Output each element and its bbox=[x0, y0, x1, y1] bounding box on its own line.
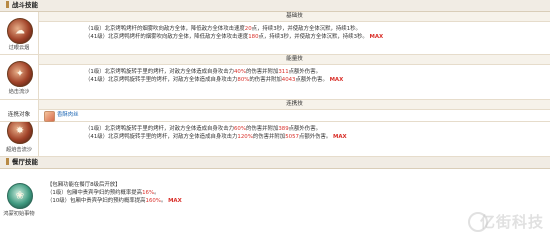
skill-desc-line: （1级）北京烤鸭旋转手里的烤杆，对敌方全体造成自身攻击力60%的伤害并附加389… bbox=[85, 126, 321, 132]
combo-label: 连携对象 bbox=[0, 110, 39, 121]
skill-name: 过眼云烟 bbox=[8, 45, 30, 51]
skill-desc-line: （41级）北京烤鸭旋转手里的烤杆，对敌方全体造成自身攻击力120%的伤害并附加5… bbox=[85, 134, 347, 140]
skill-name: 焰击流沙 bbox=[8, 89, 30, 95]
skill-block-energy: ✦ 焰击流沙 能量技 （1级）北京烤鸭旋转手里的烤杆，对敌方全体造成自身攻击力4… bbox=[0, 55, 550, 100]
skill-icon-column: ☁ 过眼云烟 bbox=[0, 12, 39, 54]
restaurant-skills-title: 餐厅技能 bbox=[12, 158, 38, 166]
max-badge: MAX bbox=[168, 198, 182, 204]
skill-type-label: 基础技 bbox=[39, 12, 550, 22]
skill-desc-line: （10级）包厢中贵宾孕妇的预约概率提高160%。 MAX bbox=[47, 198, 182, 204]
skill-type-label: 连携技 bbox=[39, 100, 550, 110]
restaurant-skill-icon: ❀ bbox=[7, 183, 33, 209]
partner-avatar-icon[interactable] bbox=[44, 111, 55, 122]
flame-skill-icon: ✦ bbox=[7, 61, 33, 87]
max-badge: MAX bbox=[333, 134, 347, 140]
watermark-text: 亿街科技 bbox=[479, 213, 544, 231]
max-badge: MAX bbox=[329, 77, 344, 83]
skill-name: 超焰击流沙 bbox=[6, 147, 32, 153]
skill-block-combo: ✸ 超焰击流沙 连携技 连携对象 香酥肉丝 （1级）北京烤鸭旋转手里的烤杆，对敌… bbox=[0, 100, 550, 157]
skill-desc-line: （41级）北京烤鸭旋转手里的烤杆，对敌方全体造成自身攻击力80%的伤害并附加40… bbox=[85, 77, 344, 83]
skill-desc-line: （1级）北京烤鸭烤杆的烟雾吹向敌方全体，降低敌方全体攻击速度20点，持续3秒，并… bbox=[85, 26, 361, 32]
smoke-skill-icon: ☁ bbox=[7, 18, 33, 44]
skill-desc-line: （41级）北京烤鸭烤杆的烟雾吹向敌方全体，降低敌方全体攻击速度180点，持续3秒… bbox=[85, 34, 384, 40]
skill-name: 鸿蒙初始事物 bbox=[3, 211, 35, 217]
section-marker bbox=[6, 1, 9, 8]
skill-type-label: 能量技 bbox=[39, 55, 550, 65]
restaurant-skills-header: 餐厅技能 bbox=[0, 157, 550, 169]
combo-partner-link[interactable]: 香酥肉丝 bbox=[57, 110, 79, 121]
skill-block-basic: ☁ 过眼云烟 基础技 （1级）北京烤鸭烤杆的烟雾吹向敌方全体，降低敌方全体攻击速… bbox=[0, 12, 550, 55]
skill-icon-column: ✦ 焰击流沙 bbox=[0, 55, 39, 99]
restaurant-skill-header: 【包厢功能在餐厅8级后开放】 bbox=[47, 182, 121, 188]
skill-icon-column: ✸ 超焰击流沙 bbox=[0, 100, 39, 156]
battle-skills-title: 战斗技能 bbox=[12, 1, 38, 9]
skill-icon-column: ❀ 鸿蒙初始事物 bbox=[0, 169, 38, 229]
max-badge: MAX bbox=[369, 34, 384, 40]
battle-skills-header: 战斗技能 bbox=[0, 0, 550, 12]
skill-desc-line: （1级）包厢中贵宾孕妇的预约概率提高16%。 bbox=[47, 190, 160, 196]
skill-desc-line: （1级）北京烤鸭旋转手里的烤杆，对敌方全体造成自身攻击力40%的伤害并附加311… bbox=[85, 69, 321, 75]
combo-partner-row: 连携对象 香酥肉丝 bbox=[0, 110, 550, 122]
section-marker bbox=[6, 158, 9, 165]
